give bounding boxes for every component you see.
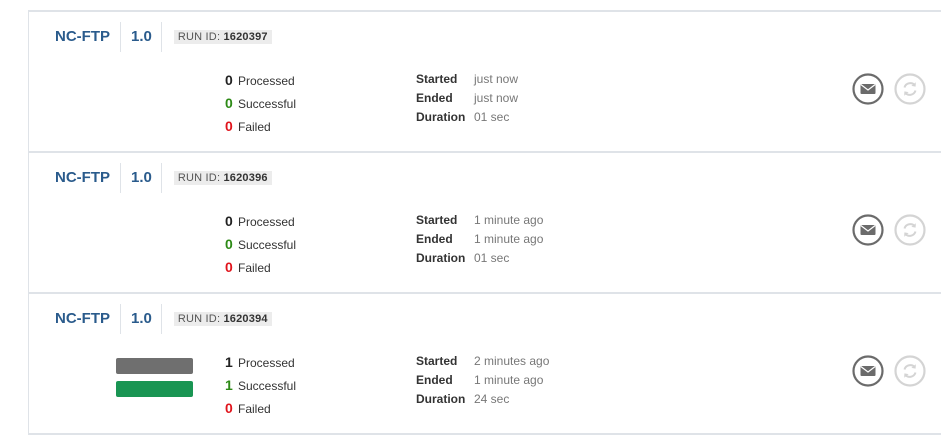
- envelope-icon: [852, 355, 884, 387]
- duration-value: 01 sec: [474, 110, 510, 124]
- successful-count: 1: [225, 377, 233, 393]
- processed-count: 0: [225, 72, 233, 88]
- refresh-icon: [894, 73, 926, 105]
- run-header: NC-FTP 1.0 RUN ID: 1620396: [29, 163, 272, 193]
- failed-label: Failed: [238, 120, 271, 134]
- progress-bar-successful: [116, 381, 193, 397]
- run-stats: 0 Processed 0 Successful 0 Failed: [225, 72, 296, 141]
- job-name-link[interactable]: NC-FTP: [29, 304, 121, 334]
- duration-value: 24 sec: [474, 392, 510, 406]
- refresh-icon: [894, 355, 926, 387]
- rerun-button[interactable]: [894, 355, 926, 387]
- job-run-list: NC-FTP 1.0 RUN ID: 1620397 0 Processed 0…: [28, 10, 941, 435]
- rerun-button[interactable]: [894, 73, 926, 105]
- ended-label: Ended: [416, 232, 453, 246]
- duration-label: Duration: [416, 392, 466, 406]
- started-value: 2 minutes ago: [474, 354, 550, 368]
- started-row: Started just now: [416, 72, 518, 91]
- run-id-value: 1620396: [223, 172, 268, 184]
- processed-label: Processed: [238, 74, 295, 88]
- run-card: NC-FTP 1.0 RUN ID: 1620396 0 Processed 0…: [29, 153, 941, 294]
- run-id-badge: RUN ID: 1620396: [173, 171, 272, 185]
- failed-label: Failed: [238, 402, 271, 416]
- started-label: Started: [416, 213, 458, 227]
- run-times: Started 1 minute ago Ended 1 minute ago …: [416, 213, 543, 270]
- job-version: 1.0: [121, 22, 162, 52]
- processed-count: 1: [225, 354, 233, 370]
- run-card: NC-FTP 1.0 RUN ID: 1620394 1 Processed 1…: [29, 294, 941, 435]
- started-value: 1 minute ago: [474, 213, 544, 227]
- processed-stat: 1 Processed: [225, 354, 296, 377]
- failed-label: Failed: [238, 261, 271, 275]
- run-card: NC-FTP 1.0 RUN ID: 1620397 0 Processed 0…: [29, 12, 941, 153]
- successful-count: 0: [225, 236, 233, 252]
- duration-label: Duration: [416, 251, 466, 265]
- duration-label: Duration: [416, 110, 466, 124]
- duration-row: Duration 24 sec: [416, 392, 549, 411]
- processed-label: Processed: [238, 356, 295, 370]
- email-button[interactable]: [852, 355, 884, 387]
- job-name-link[interactable]: NC-FTP: [29, 163, 121, 193]
- run-id-label: RUN ID:: [177, 172, 221, 184]
- job-version: 1.0: [121, 163, 162, 193]
- ended-row: Ended just now: [416, 91, 518, 110]
- run-id-label: RUN ID:: [177, 313, 221, 325]
- duration-value: 01 sec: [474, 251, 510, 265]
- processed-stat: 0 Processed: [225, 72, 296, 95]
- run-header: NC-FTP 1.0 RUN ID: 1620397: [29, 22, 272, 52]
- ended-label: Ended: [416, 91, 453, 105]
- run-id-value: 1620397: [223, 31, 268, 43]
- run-id-value: 1620394: [223, 313, 268, 325]
- envelope-icon: [852, 73, 884, 105]
- job-name-link[interactable]: NC-FTP: [29, 22, 121, 52]
- failed-count: 0: [225, 259, 233, 275]
- processed-stat: 0 Processed: [225, 213, 296, 236]
- successful-count: 0: [225, 95, 233, 111]
- job-version: 1.0: [121, 304, 162, 334]
- email-button[interactable]: [852, 214, 884, 246]
- ended-value: 1 minute ago: [474, 232, 544, 246]
- failed-stat: 0 Failed: [225, 259, 296, 282]
- successful-stat: 0 Successful: [225, 236, 296, 259]
- run-times: Started just now Ended just now Duration…: [416, 72, 518, 129]
- processed-count: 0: [225, 213, 233, 229]
- email-button[interactable]: [852, 73, 884, 105]
- run-stats: 1 Processed 1 Successful 0 Failed: [225, 354, 296, 423]
- ended-row: Ended 1 minute ago: [416, 232, 543, 251]
- successful-label: Successful: [238, 238, 297, 252]
- run-stats: 0 Processed 0 Successful 0 Failed: [225, 213, 296, 282]
- successful-stat: 0 Successful: [225, 95, 296, 118]
- successful-label: Successful: [238, 97, 297, 111]
- started-label: Started: [416, 72, 458, 86]
- envelope-icon: [852, 214, 884, 246]
- duration-row: Duration 01 sec: [416, 251, 543, 270]
- progress-bar-processed: [116, 358, 193, 374]
- failed-stat: 0 Failed: [225, 400, 296, 423]
- run-times: Started 2 minutes ago Ended 1 minute ago…: [416, 354, 549, 411]
- duration-row: Duration 01 sec: [416, 110, 518, 129]
- started-label: Started: [416, 354, 458, 368]
- ended-value: 1 minute ago: [474, 373, 544, 387]
- started-row: Started 2 minutes ago: [416, 354, 549, 373]
- started-value: just now: [474, 72, 519, 86]
- successful-label: Successful: [238, 379, 297, 393]
- run-id-badge: RUN ID: 1620394: [173, 312, 272, 326]
- successful-stat: 1 Successful: [225, 377, 296, 400]
- processed-label: Processed: [238, 215, 295, 229]
- run-actions: [852, 214, 936, 246]
- started-row: Started 1 minute ago: [416, 213, 543, 232]
- run-id-badge: RUN ID: 1620397: [173, 30, 272, 44]
- ended-row: Ended 1 minute ago: [416, 373, 549, 392]
- failed-count: 0: [225, 118, 233, 134]
- refresh-icon: [894, 214, 926, 246]
- failed-stat: 0 Failed: [225, 118, 296, 141]
- run-actions: [852, 73, 936, 105]
- rerun-button[interactable]: [894, 214, 926, 246]
- failed-count: 0: [225, 400, 233, 416]
- ended-label: Ended: [416, 373, 453, 387]
- ended-value: just now: [474, 91, 519, 105]
- run-actions: [852, 355, 936, 387]
- run-id-label: RUN ID:: [177, 31, 221, 43]
- run-header: NC-FTP 1.0 RUN ID: 1620394: [29, 304, 272, 334]
